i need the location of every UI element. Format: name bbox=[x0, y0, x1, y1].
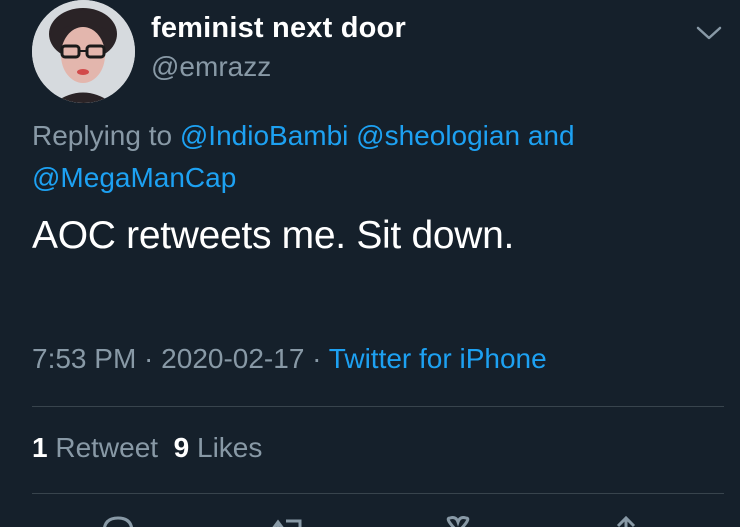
likes-stat[interactable]: 9 Likes bbox=[174, 432, 263, 463]
tweet-detail: feminist next door @emrazz Replying to @… bbox=[0, 0, 740, 527]
retweets-stat[interactable]: 1 Retweet bbox=[32, 432, 158, 463]
retweet-icon[interactable] bbox=[268, 512, 308, 527]
divider bbox=[32, 493, 724, 494]
tweet-source-link[interactable]: Twitter for iPhone bbox=[329, 343, 547, 374]
meta-separator: · bbox=[136, 343, 162, 374]
display-name[interactable]: feminist next door bbox=[151, 12, 406, 45]
heart-icon[interactable] bbox=[438, 512, 478, 527]
like-count: 9 bbox=[173, 432, 190, 463]
tweet-text: AOC retweets me. Sit down. bbox=[32, 214, 515, 257]
reply-icon[interactable] bbox=[98, 512, 138, 527]
divider bbox=[32, 406, 724, 407]
handle[interactable]: @emrazz bbox=[151, 51, 271, 83]
mention-link[interactable]: @MegaManCap bbox=[32, 162, 236, 193]
tweet-date[interactable]: 2020-02-17 bbox=[161, 343, 304, 374]
and-text: and bbox=[520, 120, 575, 151]
share-icon[interactable] bbox=[606, 512, 646, 527]
replying-to: Replying to @IndioBambi @sheologian and … bbox=[32, 115, 672, 199]
tweet-time[interactable]: 7:53 PM bbox=[32, 343, 136, 374]
meta-separator: · bbox=[304, 343, 329, 374]
engagement-stats: 1 Retweet 9 Likes bbox=[32, 432, 262, 464]
replying-to-label: Replying to bbox=[32, 120, 180, 151]
chevron-down-icon[interactable] bbox=[694, 22, 724, 44]
like-label: Likes bbox=[197, 432, 263, 463]
tweet-meta: 7:53 PM · 2020-02-17 · Twitter for iPhon… bbox=[32, 343, 547, 375]
retweet-label: Retweet bbox=[55, 432, 159, 463]
mention-link[interactable]: @sheologian bbox=[356, 120, 520, 151]
retweet-count: 1 bbox=[32, 432, 48, 463]
avatar[interactable] bbox=[32, 0, 135, 103]
mention-link[interactable]: @IndioBambi bbox=[180, 120, 349, 151]
